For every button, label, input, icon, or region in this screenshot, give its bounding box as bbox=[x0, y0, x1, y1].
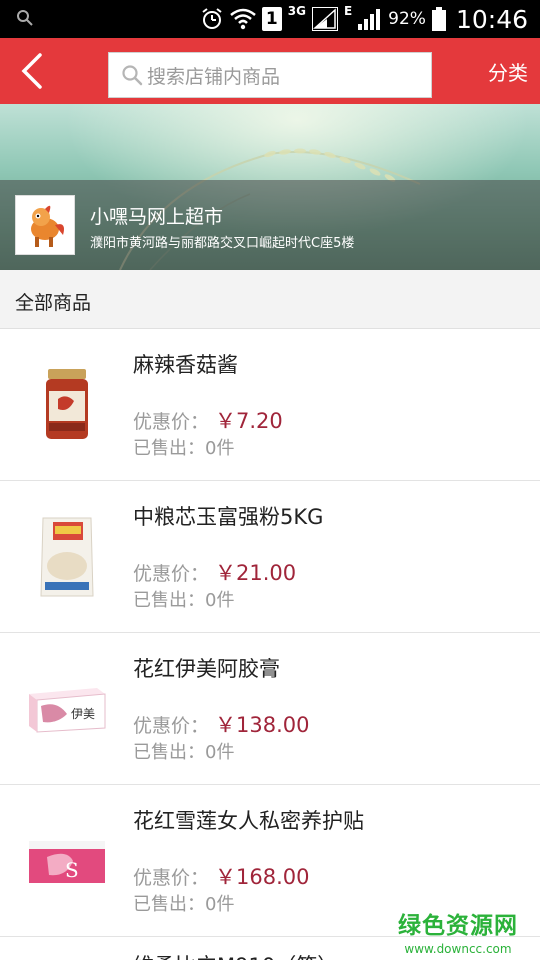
status-bar: 1 3G E 92% 10:46 bbox=[0, 0, 540, 38]
back-button[interactable] bbox=[14, 52, 50, 90]
horse-mascot-icon bbox=[31, 205, 64, 247]
category-button[interactable]: 分类 bbox=[488, 38, 528, 104]
battery-icon bbox=[431, 7, 446, 31]
store-name: 小嘿马网上超市 bbox=[90, 206, 224, 228]
product-price: ￥7.20 bbox=[215, 409, 283, 433]
product-item[interactable]: 中粮芯玉富强粉5KG 优惠价： ￥21.00 已售出：0件 bbox=[0, 481, 540, 633]
product-sold-count: 已售出：0件 bbox=[133, 742, 235, 763]
product-item[interactable]: 伊美 花红伊美阿胶膏 优惠价： ￥138.00 已售出：0件 bbox=[0, 633, 540, 785]
app-screen: 1 3G E 92% 10:46 搜索店铺内商品 分类 小嘿马网上超市 濮阳市黄… bbox=[0, 0, 540, 960]
svg-text:S: S bbox=[65, 858, 79, 882]
product-name: 花红雪莲女人私密养护贴 bbox=[133, 809, 364, 833]
product-name: 麻辣香菇酱 bbox=[133, 353, 238, 377]
product-thumbnail: 伊美 bbox=[22, 661, 112, 757]
signal-icon bbox=[311, 7, 338, 31]
search-status-icon bbox=[16, 9, 34, 31]
product-name: 中粮芯玉富强粉5KG bbox=[133, 505, 324, 529]
product-thumbnail bbox=[22, 509, 112, 605]
chevron-left-icon bbox=[21, 53, 42, 89]
search-placeholder: 搜索店铺内商品 bbox=[147, 65, 281, 88]
top-bar: 搜索店铺内商品 分类 bbox=[0, 38, 540, 104]
product-price-row: 优惠价： ￥138.00 bbox=[133, 713, 310, 737]
product-price-row: 优惠价： ￥168.00 bbox=[133, 865, 310, 889]
search-icon bbox=[122, 65, 143, 86]
product-thumbnail bbox=[22, 357, 112, 453]
product-name-partial[interactable]: 维柔比宁M910（箱） bbox=[133, 950, 338, 960]
product-price: ￥168.00 bbox=[215, 865, 310, 889]
svg-text:伊美: 伊美 bbox=[71, 707, 95, 721]
network-type-label: 3G bbox=[287, 4, 306, 18]
product-item[interactable]: 麻辣香菇酱 优惠价： ￥7.20 已售出：0件 bbox=[0, 329, 540, 481]
product-price-row: 优惠价： ￥7.20 bbox=[133, 409, 283, 433]
product-name: 花红伊美阿胶膏 bbox=[133, 657, 280, 681]
all-products-header: 全部商品 bbox=[0, 270, 540, 329]
store-logo bbox=[15, 195, 75, 255]
gift-box-image: 伊美 bbox=[29, 688, 106, 733]
product-price-row: 优惠价： ￥21.00 bbox=[133, 561, 297, 585]
product-list: 麻辣香菇酱 优惠价： ￥7.20 已售出：0件 中粮芯玉富强粉5KG 优惠价： ￥2… bbox=[0, 329, 540, 937]
wifi-icon bbox=[229, 8, 256, 30]
store-banner: 小嘿马网上超市 濮阳市黄河路与丽都路交叉口崛起时代C座5楼 bbox=[0, 104, 540, 270]
product-price: ￥138.00 bbox=[215, 713, 310, 737]
product-sold-count: 已售出：0件 bbox=[133, 438, 235, 459]
signal-icon-2 bbox=[358, 8, 382, 30]
clock: 10:46 bbox=[455, 4, 528, 34]
alarm-icon bbox=[200, 7, 224, 31]
store-address: 濮阳市黄河路与丽都路交叉口崛起时代C座5楼 bbox=[90, 236, 355, 251]
sauce-jar-image bbox=[46, 369, 88, 439]
battery-percent: 92% bbox=[388, 9, 426, 29]
search-input[interactable]: 搜索店铺内商品 bbox=[108, 52, 432, 98]
watermark: 绿色资源网 www.downcc.com bbox=[398, 906, 518, 956]
flour-bag-image bbox=[40, 517, 94, 597]
watermark-text: 绿色资源网 bbox=[398, 913, 518, 939]
product-sold-count: 已售出：0件 bbox=[133, 590, 235, 611]
product-thumbnail: S bbox=[22, 813, 112, 909]
product-price: ￥21.00 bbox=[215, 561, 297, 585]
pink-box-image: S bbox=[29, 841, 105, 883]
section-title: 全部商品 bbox=[15, 292, 92, 314]
product-sold-count: 已售出：0件 bbox=[133, 894, 235, 915]
watermark-url: www.downcc.com bbox=[404, 942, 512, 956]
sim-slot-icon: 1 bbox=[261, 7, 282, 31]
network-type-label-2: E bbox=[343, 4, 353, 18]
